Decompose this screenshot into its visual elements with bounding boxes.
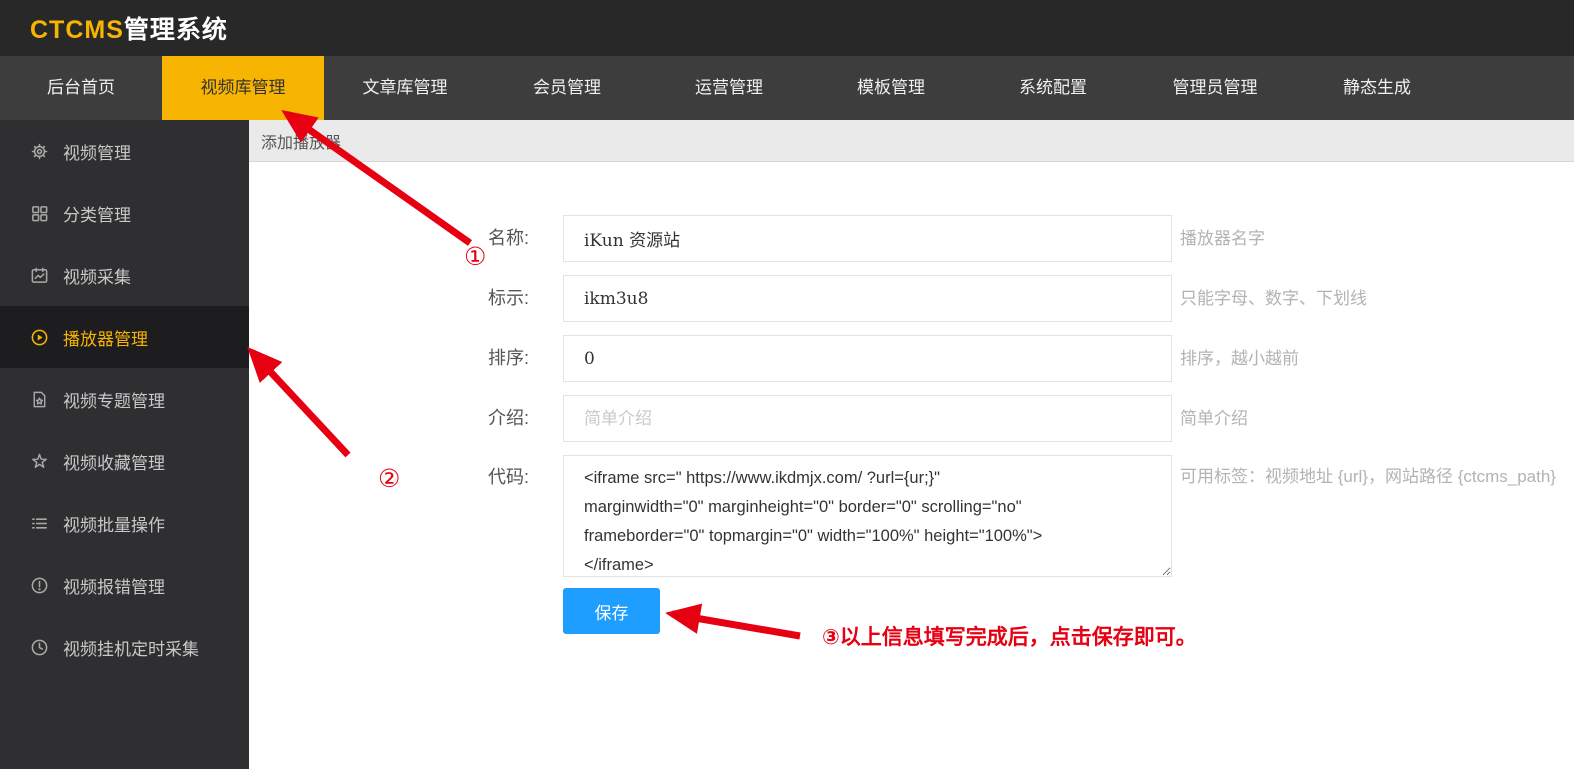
- sidebar-item-label: 视频专题管理: [63, 387, 165, 412]
- main-nav: 后台首页 视频库管理 文章库管理 会员管理 运营管理 模板管理 系统配置 管理员…: [0, 56, 1574, 120]
- nav-tab-admins[interactable]: 管理员管理: [1134, 56, 1296, 120]
- ctcms-admin-window: CTCMS管理系统 后台首页 视频库管理 文章库管理 会员管理 运营管理 模板管…: [0, 0, 1574, 769]
- sidebar-item-label: 视频挂机定时采集: [63, 635, 199, 660]
- sidebar-item-video-batch-ops[interactable]: 视频批量操作: [0, 492, 249, 554]
- nav-tab-video-library[interactable]: 视频库管理: [162, 56, 324, 120]
- sidebar-item-video-topic-manage[interactable]: 视频专题管理: [0, 368, 249, 430]
- nav-tab-home[interactable]: 后台首页: [0, 56, 162, 120]
- intro-hint: 简单介绍: [1180, 395, 1248, 442]
- clock-icon: [30, 638, 49, 657]
- sort-hint: 排序，越小越前: [1180, 335, 1299, 382]
- logo-text-cn: 管理系统: [124, 16, 228, 44]
- top-brand-bar: CTCMS管理系统: [0, 0, 1574, 56]
- play-circle-icon: [30, 328, 49, 347]
- nav-tab-operations[interactable]: 运营管理: [648, 56, 810, 120]
- chart-icon: [30, 266, 49, 285]
- list-icon: [30, 514, 49, 533]
- sidebar-item-label: 视频管理: [63, 139, 131, 164]
- star-icon: [30, 452, 49, 471]
- sidebar-item-video-error-manage[interactable]: 视频报错管理: [0, 554, 249, 616]
- sidebar-item-label: 播放器管理: [63, 325, 148, 350]
- flag-input[interactable]: [563, 275, 1172, 322]
- gear-icon: [30, 142, 49, 161]
- sidebar: 视频管理 分类管理 视频采集 播放器管理: [0, 120, 249, 769]
- sidebar-item-video-manage[interactable]: 视频管理: [0, 120, 249, 182]
- nav-tab-templates[interactable]: 模板管理: [810, 56, 972, 120]
- flag-hint: 只能字母、数字、下划线: [1180, 275, 1367, 322]
- breadcrumb-bar: 添加播放器: [249, 120, 1574, 162]
- grid-icon: [30, 204, 49, 223]
- sidebar-item-label: 视频报错管理: [63, 573, 165, 598]
- sidebar-item-video-favorite-manage[interactable]: 视频收藏管理: [0, 430, 249, 492]
- app-logo: CTCMS管理系统: [30, 10, 228, 46]
- file-star-icon: [30, 390, 49, 409]
- code-hint: 可用标签：视频地址 {url}，网站路径 {ctcms_path}: [1180, 455, 1556, 499]
- intro-label: 介绍:: [409, 395, 529, 442]
- nav-tab-members[interactable]: 会员管理: [486, 56, 648, 120]
- sidebar-item-category-manage[interactable]: 分类管理: [0, 182, 249, 244]
- main-content: 添加播放器 名称: 播放器名字 标示: 只能字母、数字、下划线 排序: 排序，越…: [249, 120, 1574, 769]
- logo-text-en: CTCMS: [30, 16, 124, 44]
- nav-tab-system-config[interactable]: 系统配置: [972, 56, 1134, 120]
- save-button[interactable]: 保存: [563, 588, 660, 634]
- code-label: 代码:: [409, 455, 529, 499]
- sidebar-item-video-collect[interactable]: 视频采集: [0, 244, 249, 306]
- sort-input[interactable]: [563, 335, 1172, 382]
- sidebar-item-label: 分类管理: [63, 201, 131, 226]
- breadcrumb: 添加播放器: [261, 129, 341, 153]
- alert-circle-icon: [30, 576, 49, 595]
- intro-input[interactable]: [563, 395, 1172, 442]
- nav-tab-static-gen[interactable]: 静态生成: [1296, 56, 1458, 120]
- sidebar-item-label: 视频批量操作: [63, 511, 165, 536]
- name-hint: 播放器名字: [1180, 215, 1265, 262]
- sidebar-item-label: 视频收藏管理: [63, 449, 165, 474]
- nav-tab-article-library[interactable]: 文章库管理: [324, 56, 486, 120]
- code-textarea[interactable]: <iframe src=" https://www.ikdmjx.com/ ?u…: [563, 455, 1172, 577]
- sidebar-item-label: 视频采集: [63, 263, 131, 288]
- sort-label: 排序:: [409, 335, 529, 382]
- flag-label: 标示:: [409, 275, 529, 322]
- sidebar-item-player-manage[interactable]: 播放器管理: [0, 306, 249, 368]
- name-label: 名称:: [409, 215, 529, 262]
- sidebar-item-video-timed-collect[interactable]: 视频挂机定时采集: [0, 616, 249, 678]
- name-input[interactable]: [563, 215, 1172, 262]
